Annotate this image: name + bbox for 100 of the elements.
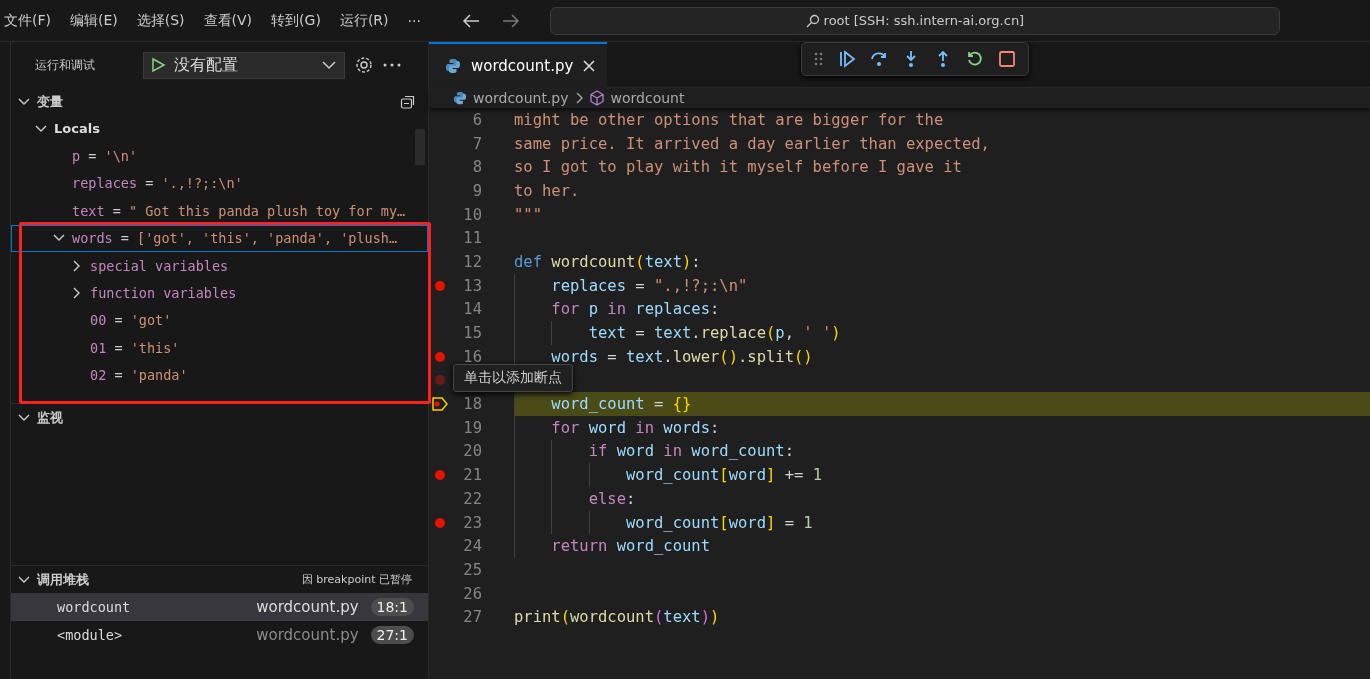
back-arrow-icon[interactable] bbox=[461, 13, 480, 28]
section-title[interactable]: 监视 bbox=[37, 408, 63, 427]
code-line: def wordcount(text): bbox=[514, 252, 701, 271]
breadcrumb-item[interactable]: wordcount.py bbox=[473, 90, 569, 106]
menu-item[interactable]: ··· bbox=[407, 12, 430, 29]
code-line: """ bbox=[514, 205, 542, 224]
code-line: for p in replaces: bbox=[550, 300, 720, 319]
variable-text: 00 = 'got' bbox=[90, 312, 172, 329]
stop-icon[interactable] bbox=[998, 50, 1016, 68]
chevron-down-icon bbox=[322, 60, 336, 70]
variable-row[interactable]: function variables bbox=[11, 279, 428, 307]
line-number: 22 bbox=[462, 489, 482, 508]
code-line: return word_count bbox=[550, 537, 710, 556]
frame-name: wordcount bbox=[57, 599, 132, 615]
menu-item[interactable]: 转到(G) bbox=[271, 11, 330, 30]
line-number: 27 bbox=[462, 608, 482, 627]
close-icon[interactable] bbox=[583, 60, 596, 72]
command-center-field[interactable]: root [SSH: ssh.intern-ai.org.cn] bbox=[549, 6, 1280, 35]
frame-file: wordcount.py bbox=[256, 598, 359, 616]
line-number: 7 bbox=[471, 134, 482, 153]
forward-arrow-icon[interactable] bbox=[501, 13, 520, 28]
panel-title: 运行和调试 bbox=[35, 56, 96, 74]
code-line: words = text.lower().split() bbox=[550, 347, 813, 366]
stack-frame[interactable]: <module> wordcount.py 27:1 bbox=[11, 621, 428, 649]
variable-row[interactable]: p = '\n' bbox=[11, 142, 428, 170]
line-number: 20 bbox=[462, 442, 482, 461]
variable-text: 01 = 'this' bbox=[90, 339, 180, 356]
section-title[interactable]: 调用堆栈 bbox=[37, 570, 89, 589]
code-line: text = text.replace(p, ' ') bbox=[587, 324, 841, 343]
line-number: 14 bbox=[462, 300, 482, 319]
frame-name: <module> bbox=[57, 627, 124, 643]
step-over-icon[interactable] bbox=[870, 50, 888, 68]
variable-row[interactable]: 00 = 'got' bbox=[11, 306, 428, 335]
chevron-right-icon bbox=[574, 92, 583, 104]
variable-text: text = " Got this panda plush toy for my… bbox=[72, 202, 406, 219]
line-number: 18 bbox=[462, 395, 482, 414]
current-line-icon[interactable] bbox=[432, 397, 448, 412]
line-number: 23 bbox=[462, 513, 482, 532]
python-file-icon bbox=[453, 91, 467, 105]
line-number: 11 bbox=[462, 229, 482, 248]
line-number: 12 bbox=[462, 252, 482, 271]
python-file-icon bbox=[445, 58, 461, 74]
editor-tab[interactable]: wordcount.py bbox=[429, 42, 608, 88]
menu-item[interactable]: 编辑(E) bbox=[70, 11, 127, 30]
line-number: 21 bbox=[462, 466, 482, 485]
line-position-badge: 18:1 bbox=[370, 598, 414, 616]
drag-handle-icon[interactable] bbox=[814, 51, 824, 67]
line-number: 25 bbox=[462, 560, 482, 579]
stack-frame[interactable]: wordcount wordcount.py 18:1 bbox=[11, 593, 428, 621]
variable-group-label: special variables bbox=[90, 257, 229, 274]
menu-item[interactable]: 文件(F) bbox=[4, 11, 60, 30]
menu-item[interactable]: 查看(V) bbox=[203, 11, 262, 30]
code-line: word_count[word] += 1 bbox=[624, 466, 822, 485]
restart-icon[interactable] bbox=[966, 50, 984, 68]
breakpoint-icon[interactable] bbox=[434, 469, 446, 482]
play-icon[interactable] bbox=[150, 57, 166, 73]
breakpoint-icon[interactable] bbox=[434, 350, 446, 363]
code-line: replaces = ".,!?;:\n" bbox=[550, 276, 748, 295]
variable-row[interactable]: special variables bbox=[11, 251, 428, 280]
line-number: 19 bbox=[462, 418, 482, 437]
breakpoint-icon[interactable] bbox=[434, 516, 446, 529]
variable-row[interactable]: replaces = '.,!?;:\n' bbox=[11, 169, 428, 198]
variable-row[interactable]: Locals bbox=[11, 115, 428, 143]
variable-row[interactable]: text = " Got this panda plush toy for my… bbox=[11, 197, 428, 225]
code-line: so I got to play with it myself before I gave it bbox=[514, 158, 962, 177]
code-line: same price. It arrived a day earlier than expected, bbox=[514, 134, 990, 153]
code-line: word_count = {} bbox=[550, 395, 692, 414]
continue-icon[interactable] bbox=[838, 50, 856, 68]
variable-group-label: function variables bbox=[90, 285, 237, 302]
menu-item[interactable]: 运行(R) bbox=[339, 11, 398, 30]
code-line: if word in word_count: bbox=[587, 442, 794, 461]
variable-text: words = ['got', 'this', 'panda', 'plush… bbox=[72, 230, 398, 247]
settings-icon[interactable] bbox=[355, 56, 373, 74]
line-number: 9 bbox=[471, 181, 482, 200]
line-number: 15 bbox=[462, 324, 482, 343]
code-line: word_count[word] = 1 bbox=[624, 513, 813, 532]
code-line: to her. bbox=[514, 181, 580, 200]
variable-text: replaces = '.,!?;:\n' bbox=[72, 175, 243, 192]
search-icon bbox=[805, 13, 820, 28]
line-number: 24 bbox=[462, 537, 482, 556]
configuration-dropdown[interactable]: 没有配置 bbox=[143, 51, 345, 79]
breadcrumb-item[interactable]: wordcount bbox=[610, 90, 685, 106]
collapse-all-icon[interactable] bbox=[400, 93, 416, 110]
variable-text: 02 = 'panda' bbox=[90, 367, 188, 384]
selected-variable-row[interactable]: words = ['got', 'this', 'panda', 'plush… bbox=[11, 224, 428, 252]
variable-row[interactable]: 02 = 'panda' bbox=[11, 361, 428, 389]
line-number: 26 bbox=[462, 584, 482, 603]
line-number: 10 bbox=[462, 205, 482, 224]
menu-item[interactable]: 选择(S) bbox=[136, 11, 194, 30]
tooltip: 单击以添加断点 bbox=[453, 364, 573, 392]
code-line: print(wordcount(text)) bbox=[514, 608, 720, 627]
frame-file: wordcount.py bbox=[256, 626, 359, 644]
cube-icon bbox=[588, 90, 605, 106]
variable-row[interactable]: 01 = 'this' bbox=[11, 334, 428, 362]
code-line: for word in words: bbox=[550, 418, 720, 437]
section-title[interactable]: 变量 bbox=[37, 92, 63, 111]
more-icon[interactable] bbox=[383, 63, 401, 67]
breakpoint-icon[interactable] bbox=[434, 279, 446, 292]
code-line: else: bbox=[587, 489, 636, 508]
variable-text: p = '\n' bbox=[72, 148, 138, 165]
